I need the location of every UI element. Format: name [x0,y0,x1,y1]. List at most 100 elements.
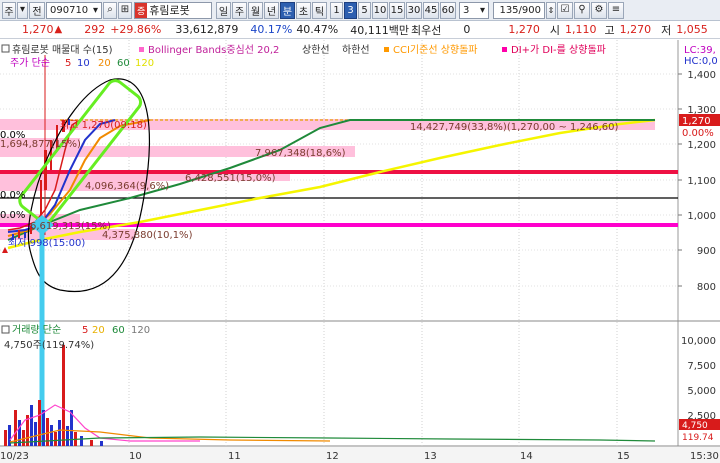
volume-ma-period-1: 20 [92,325,105,336]
period-tab-4[interactable]: 분 [280,1,295,19]
volume-bar-15 [66,426,69,446]
menu-button[interactable]: ≡ [608,1,624,19]
period-tab-5[interactable]: 초 [296,1,311,19]
legend-di: DI+가 DI-를 상향돌파 [511,44,606,56]
count-value: 135/900 [499,4,541,16]
volume-bar-11 [50,425,53,446]
high-label: 고 [604,23,615,37]
time-tick-2: 11 [228,451,241,462]
current-pct-tag-label: 0.00% [682,128,714,139]
market-select[interactable]: 주 [2,1,16,19]
volume-legend-label: 거래량 단순 [12,324,61,336]
profile-label-2: 6,428,551(15,0%) [185,173,276,184]
interval-tab-6[interactable]: 45 [423,1,439,19]
legend-ma-period-1: 10 [77,58,90,69]
interval-tabs: 1 3 5 10 15 30 45 60 [329,1,456,19]
legend-ma-period-3: 60 [117,58,130,69]
volume-ma-period-3: 120 [131,325,150,336]
interval-tab-5[interactable]: 30 [406,1,422,19]
volume-bar-8 [38,400,41,446]
interval-tab-4[interactable]: 15 [389,1,405,19]
stock-name: 증 휴림로봇 [134,1,212,19]
time-tick-7: 15:30 [690,451,719,462]
checkbox-button[interactable]: ☑ [557,1,573,19]
market-label: 주 [4,6,14,18]
top-mark-label: 최고 1,270(09:18) [60,119,147,131]
lock-button[interactable]: ⊞ [118,1,132,19]
volume-bar-14 [62,345,65,446]
dropdown-icon: ▾ [92,4,98,16]
period-tab-3[interactable]: 년 [264,1,279,19]
legend-cci: CCI기준선 상향돌파 [393,44,478,56]
minute-value: 3 [463,4,470,16]
profile-label-3: 4,096,364(9,6%) [85,181,169,192]
price-tick-2: 1,200 [687,140,716,151]
settings-button[interactable]: ⚙ [591,1,607,19]
time-tick-4: 13 [424,451,437,462]
open-value: 1,110 [565,23,597,36]
legend-title: 휴림로봇 매물대 수(15) [12,44,113,56]
prev-label: 전 [32,6,42,18]
volume-pct-tag-label: 119.74 [682,433,714,443]
price-tick-6: 800 [697,282,716,293]
low-value: 1,055 [676,23,708,36]
ratio1-value: 40.17% [250,23,293,36]
legend-bollinger: Bollinger Bands중심선 20,2 [148,44,279,56]
volume-value-label: 4,750주(119.74%) [4,340,94,351]
prev-button[interactable]: 전 [29,1,45,19]
profile-label-4: 4,375,880(10,1%) [102,230,193,241]
up-arrow-icon: ▲ [54,24,63,35]
interval-tab-3[interactable]: 10 [372,1,388,19]
zero-pct-label-c: 0.0% [0,210,25,221]
count-input[interactable]: 135/900 [493,1,545,19]
time-tick-0: 10/23 [0,451,29,462]
low-label: 저 [661,23,672,37]
price-tick-4: 1,000 [687,211,716,222]
volume-bar-13 [58,420,61,446]
checkbox-icon: ☑ [560,4,570,15]
stepper-button[interactable]: ⇕ [546,1,556,19]
search-icon: ⌕ [107,4,113,15]
price-tick-5: 900 [697,246,716,257]
interval-tab-2[interactable]: 5 [358,1,371,19]
stock-code-value: 090710 [50,4,89,16]
time-tick-6: 15 [617,451,630,462]
volume-bar-18 [80,436,83,446]
legend-ma-period-0: 5 [65,58,71,69]
ratio2-value: 40.47% [296,23,339,36]
time-tick-5: 14 [520,451,533,462]
period-tab-6[interactable]: 틱 [312,1,327,19]
price-tick-0: 1,400 [687,70,716,81]
period-tab-1[interactable]: 주 [232,1,247,19]
search-button[interactable]: ⌕ [103,1,117,19]
interval-tab-0[interactable]: 1 [330,1,343,19]
chart-background [0,40,720,463]
change-pct: +29.86% [110,23,162,36]
lock-icon: ⊞ [120,4,130,15]
zero-pct-label-b: 0.0% [0,190,25,201]
legend-ma-period-4: 120 [135,58,154,69]
quote-bar: 1,270 ▲ 292 +29.86% 33,612,879 40.17% 40… [0,21,720,39]
volume-tick-0: 10,000 [681,336,716,347]
period-tab-0[interactable]: 일 [216,1,231,19]
volume-tick-1: 7,500 [687,361,716,372]
volume-bar-6 [30,405,33,446]
stock-note-label: 6,619,313(15%) [30,221,111,232]
current-price-tag-label: 1,270 [682,116,711,127]
stock-code-input[interactable]: 090710 ▾ [46,1,102,19]
tool-button[interactable]: ⚲ [574,1,590,19]
legend-lc: LC:39, [684,45,716,56]
period-tab-2[interactable]: 월 [248,1,263,19]
volume-ma-period-0: 5 [82,325,88,336]
volume-ma-period-2: 60 [112,325,125,336]
price-chart[interactable]: 최고 1,270(09:18) 0.0% 0.0% 0.0% 최저 998(15… [0,40,720,463]
interval-tab-7[interactable]: 60 [440,1,456,19]
interval-tab-1[interactable]: 3 [344,1,357,19]
volume-tag-label: 4,750 [682,421,708,431]
chart-area[interactable]: 최고 1,270(09:18) 0.0% 0.0% 0.0% 최저 998(15… [0,40,720,463]
dropdown-icon[interactable]: ▾ [17,1,28,19]
minute-select[interactable]: 3 ▾ [459,1,489,19]
tool-icon: ⚲ [578,4,586,15]
profile-label-1: 7,967,348(18,6%) [255,148,346,159]
legend-upper: 상한선 [302,44,330,56]
